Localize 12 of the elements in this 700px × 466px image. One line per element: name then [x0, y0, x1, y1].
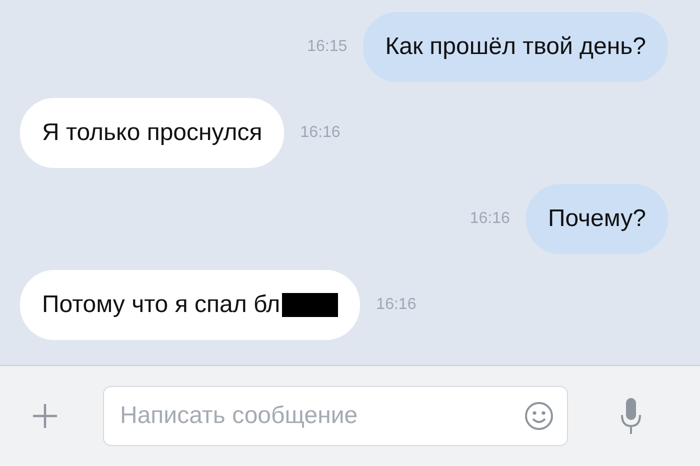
message-text: Почему? — [548, 204, 646, 234]
message-time: 16:15 — [307, 38, 348, 56]
microphone-icon[interactable] — [620, 397, 642, 435]
plus-icon[interactable] — [32, 403, 58, 429]
smiley-icon[interactable] — [524, 401, 554, 431]
message-time: 16:16 — [376, 296, 416, 314]
message-text: Я только проснулся — [42, 118, 262, 148]
message-text: Потому что я спал бл — [42, 290, 280, 320]
message-time: 16:16 — [470, 210, 510, 228]
message-time: 16:16 — [300, 124, 340, 142]
message-input-field[interactable]: Написать сообщение — [103, 386, 568, 446]
message-text: Как прошёл твой день? — [385, 32, 646, 62]
